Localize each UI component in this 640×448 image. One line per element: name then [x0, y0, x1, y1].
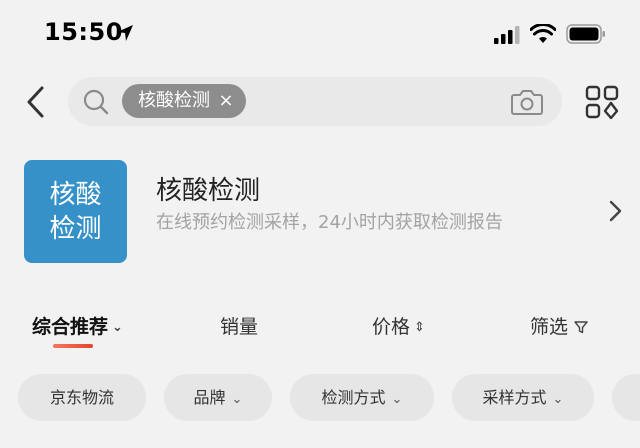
sort-sales[interactable]: 销量 — [220, 312, 258, 339]
chevron-down-icon: ⌄ — [391, 392, 403, 407]
promo-subtitle: 在线预约检测采样，24小时内获取检测报告 — [156, 212, 503, 233]
sort-sales-label: 销量 — [220, 316, 259, 338]
chevron-down-icon: ⌄ — [112, 320, 123, 335]
wifi-icon — [530, 24, 556, 43]
sort-price-label: 价格 — [372, 316, 411, 338]
promo-title: 核酸检测 — [156, 176, 261, 206]
filter-funnel-icon — [574, 321, 588, 334]
chip-test-method-label: 检测方式 — [321, 388, 386, 407]
nucleic-test-promo[interactable]: 核酸 检测 核酸检测 在线预约检测采样，24小时内获取检测报告 — [0, 150, 640, 276]
chip-jd-logistics[interactable]: 京东物流 — [18, 374, 146, 421]
sort-bar: 综合推荐 ⌄ 销量 价格 ⇕ 筛选 — [0, 302, 640, 350]
chip-jd-logistics-label: 京东物流 — [49, 388, 114, 407]
search-icon — [83, 89, 109, 115]
sort-price[interactable]: 价格 ⇕ — [372, 312, 425, 339]
chip-sampling-method-label: 采样方式 — [482, 388, 547, 407]
category-grid-icon[interactable] — [584, 84, 620, 120]
sort-toggle-icon: ⇕ — [414, 320, 425, 335]
sort-comprehensive[interactable]: 综合推荐 ⌄ — [32, 312, 123, 339]
sort-filter[interactable]: 筛选 — [530, 312, 588, 339]
sort-comprehensive-label: 综合推荐 — [32, 316, 109, 338]
status-bar: 15:50 — [0, 0, 640, 64]
chip-more[interactable] — [612, 374, 640, 421]
chevron-down-icon: ⌄ — [231, 392, 243, 407]
chip-brand[interactable]: 品牌 ⌄ — [164, 374, 272, 421]
chevron-right-icon — [609, 200, 622, 222]
chip-sampling-method[interactable]: 采样方式 ⌄ — [452, 374, 594, 421]
chip-brand-label: 品牌 — [193, 388, 226, 407]
sort-filter-label: 筛选 — [530, 316, 569, 338]
status-time: 15:50 — [44, 18, 123, 46]
chevron-down-icon: ⌄ — [552, 392, 564, 407]
promo-logo-line2: 检测 — [49, 214, 102, 244]
clear-query-button[interactable]: × — [217, 84, 235, 118]
search-query-text: 核酸检测 — [138, 90, 210, 111]
filter-chip-row: 京东物流 品牌 ⌄ 检测方式 ⌄ 采样方式 ⌄ — [0, 374, 640, 422]
chip-test-method[interactable]: 检测方式 ⌄ — [290, 374, 434, 421]
search-box[interactable]: 核酸检测 × — [68, 77, 562, 126]
camera-icon[interactable] — [510, 87, 544, 117]
battery-icon — [566, 24, 605, 44]
location-arrow-icon — [117, 25, 133, 41]
promo-logo-line1: 核酸 — [49, 180, 102, 210]
active-sort-indicator — [53, 344, 93, 348]
cellular-signal-icon — [494, 26, 520, 44]
back-button[interactable] — [20, 84, 54, 120]
promo-logo: 核酸 检测 — [24, 160, 127, 263]
search-query-chip[interactable]: 核酸检测 × — [122, 84, 246, 118]
